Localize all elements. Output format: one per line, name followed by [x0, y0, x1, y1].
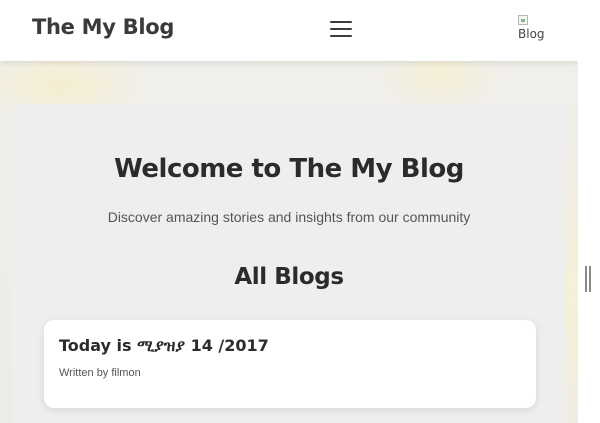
hero-title: Welcome to The My Blog: [114, 154, 464, 184]
avatar-alt-text: Blog: [518, 27, 545, 41]
site-brand[interactable]: The My Blog: [32, 15, 174, 39]
hero-section: Welcome to The My Blog Discover amazing …: [12, 104, 566, 423]
blog-card-author: Written by filmon: [59, 367, 141, 379]
navbar: The My Blog Blog: [0, 0, 578, 61]
avatar[interactable]: Blog: [516, 13, 556, 45]
broken-image-icon: [518, 15, 528, 25]
blog-card-title[interactable]: Today is ሚያዝያ 14 /2017: [59, 336, 269, 356]
blog-card[interactable]: Today is ሚያዝያ 14 /2017 Written by filmon: [44, 320, 536, 408]
page-viewport: The My Blog Blog Welcome to The My Blog …: [0, 0, 578, 423]
hero-subtitle: Discover amazing stories and insights fr…: [107, 209, 471, 225]
hamburger-menu-icon[interactable]: [329, 18, 353, 40]
blogs-heading: All Blogs: [234, 264, 344, 290]
viewport-gutter: [578, 0, 600, 423]
resize-handle[interactable]: [585, 266, 591, 292]
